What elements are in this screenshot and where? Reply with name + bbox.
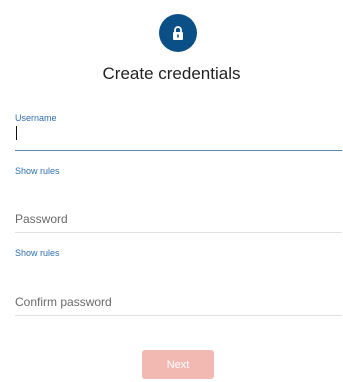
- lock-icon-badge: [159, 14, 197, 52]
- text-cursor: [16, 126, 17, 140]
- username-show-rules-link[interactable]: Show rules: [15, 166, 60, 176]
- username-label: Username: [15, 113, 57, 123]
- username-field[interactable]: Username: [15, 112, 342, 151]
- confirm-password-field[interactable]: Confirm password: [15, 291, 342, 316]
- password-field[interactable]: Password: [15, 208, 342, 233]
- password-placeholder: Password: [15, 212, 68, 226]
- lock-icon: [173, 26, 183, 40]
- next-button[interactable]: Next: [142, 350, 214, 379]
- confirm-password-placeholder: Confirm password: [15, 295, 112, 309]
- password-show-rules-link[interactable]: Show rules: [15, 248, 60, 258]
- page-title: Create credentials: [102, 64, 241, 83]
- create-credentials-page: Create credentials Username Show rules P…: [0, 0, 343, 382]
